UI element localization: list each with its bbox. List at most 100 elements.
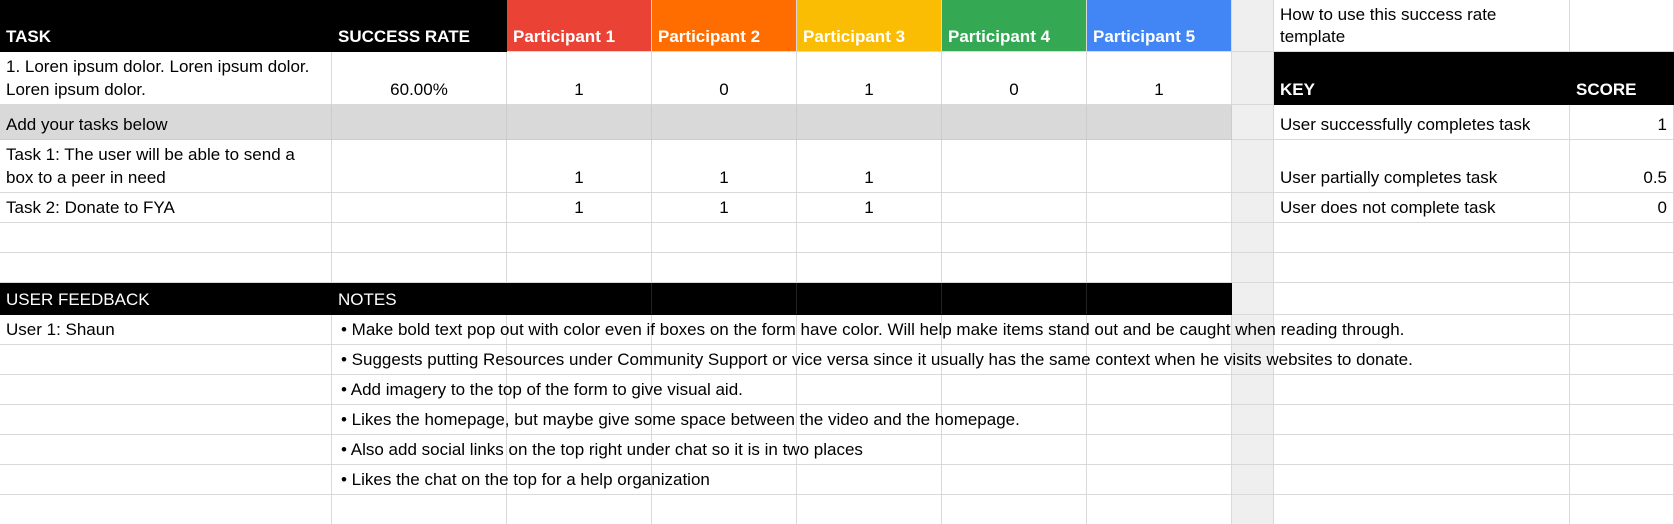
section-cell[interactable]: [332, 105, 507, 140]
empty-cell[interactable]: [1087, 375, 1232, 405]
empty-cell[interactable]: [1570, 0, 1674, 52]
header-participant-5[interactable]: Participant 5: [1087, 0, 1232, 52]
separator-cell[interactable]: [1232, 105, 1274, 140]
feedback-note[interactable]: • Also add social links on the top right…: [335, 435, 869, 465]
empty-cell[interactable]: [1274, 465, 1570, 495]
key-header[interactable]: KEY: [1274, 52, 1570, 105]
key-item-label[interactable]: User partially completes task: [1274, 140, 1570, 193]
key-item-score[interactable]: 1: [1570, 105, 1674, 140]
empty-cell[interactable]: [942, 465, 1087, 495]
score-header[interactable]: SCORE: [1570, 52, 1674, 105]
header-participant-4[interactable]: Participant 4: [942, 0, 1087, 52]
separator-cell[interactable]: [1232, 405, 1274, 435]
task1-score-p2[interactable]: 1: [652, 140, 797, 193]
feedback-note[interactable]: • Make bold text pop out with color even…: [335, 315, 1410, 345]
separator-cell[interactable]: [1232, 495, 1274, 524]
header-success-rate[interactable]: SUCCESS RATE: [332, 0, 507, 52]
empty-cell[interactable]: [332, 223, 507, 253]
separator-cell[interactable]: [1232, 253, 1274, 283]
example-score-p1[interactable]: 1: [507, 52, 652, 105]
example-score-p2[interactable]: 0: [652, 52, 797, 105]
separator-cell[interactable]: [1232, 193, 1274, 223]
task1-cell[interactable]: Task 1: The user will be able to send a …: [0, 140, 332, 193]
empty-cell[interactable]: [1274, 375, 1570, 405]
separator-cell[interactable]: [1232, 223, 1274, 253]
key-item-label[interactable]: User does not complete task: [1274, 193, 1570, 223]
separator-cell[interactable]: [1232, 283, 1274, 315]
empty-cell[interactable]: [1570, 315, 1674, 345]
empty-cell[interactable]: [0, 405, 332, 435]
feedback-header[interactable]: USER FEEDBACK: [0, 283, 332, 315]
empty-cell[interactable]: [332, 253, 507, 283]
task2-score-p2[interactable]: 1: [652, 193, 797, 223]
empty-cell[interactable]: [797, 495, 942, 524]
empty-cell[interactable]: [942, 495, 1087, 524]
empty-cell[interactable]: [1274, 495, 1570, 524]
separator-cell[interactable]: [1232, 0, 1274, 52]
empty-cell[interactable]: [507, 495, 652, 524]
task2-cell[interactable]: Task 2: Donate to FYA: [0, 193, 332, 223]
header-cell[interactable]: [797, 283, 942, 315]
empty-cell[interactable]: [0, 465, 332, 495]
task1-score-p3[interactable]: 1: [797, 140, 942, 193]
feedback-user[interactable]: User 1: Shaun: [0, 315, 332, 345]
empty-cell[interactable]: [1570, 405, 1674, 435]
add-tasks-label[interactable]: Add your tasks below: [0, 105, 332, 140]
feedback-note[interactable]: • Add imagery to the top of the form to …: [335, 375, 749, 405]
feedback-note[interactable]: • Likes the chat on the top for a help o…: [335, 465, 716, 495]
empty-cell[interactable]: [1570, 495, 1674, 524]
empty-cell[interactable]: [0, 375, 332, 405]
empty-cell[interactable]: [1274, 435, 1570, 465]
empty-cell[interactable]: [1274, 405, 1570, 435]
example-task-cell[interactable]: 1. Loren ipsum dolor. Loren ipsum dolor.…: [0, 52, 332, 105]
empty-cell[interactable]: [942, 253, 1087, 283]
empty-cell[interactable]: [1087, 223, 1232, 253]
section-cell[interactable]: [797, 105, 942, 140]
feedback-note[interactable]: • Likes the homepage, but maybe give som…: [335, 405, 1026, 435]
task1-score-p4[interactable]: [942, 140, 1087, 193]
separator-cell[interactable]: [1232, 465, 1274, 495]
task2-success-rate[interactable]: [332, 193, 507, 223]
task2-score-p1[interactable]: 1: [507, 193, 652, 223]
example-score-p5[interactable]: 1: [1087, 52, 1232, 105]
task2-score-p4[interactable]: [942, 193, 1087, 223]
empty-cell[interactable]: [507, 253, 652, 283]
empty-cell[interactable]: [0, 495, 332, 524]
empty-cell[interactable]: [507, 223, 652, 253]
example-success-rate[interactable]: 60.00%: [332, 52, 507, 105]
empty-cell[interactable]: [942, 223, 1087, 253]
empty-cell[interactable]: [1274, 223, 1570, 253]
notes-header[interactable]: NOTES: [332, 283, 507, 315]
empty-cell[interactable]: [1570, 465, 1674, 495]
empty-cell[interactable]: [1087, 495, 1232, 524]
header-cell[interactable]: [1087, 283, 1232, 315]
empty-cell[interactable]: [0, 345, 332, 375]
empty-cell[interactable]: [1570, 223, 1674, 253]
empty-cell[interactable]: [1570, 435, 1674, 465]
empty-cell[interactable]: [797, 375, 942, 405]
header-participant-1[interactable]: Participant 1: [507, 0, 652, 52]
section-cell[interactable]: [1087, 105, 1232, 140]
separator-cell[interactable]: [1232, 435, 1274, 465]
empty-cell[interactable]: [0, 223, 332, 253]
separator-cell[interactable]: [1232, 52, 1274, 105]
empty-cell[interactable]: [0, 435, 332, 465]
section-cell[interactable]: [652, 105, 797, 140]
empty-cell[interactable]: [1570, 253, 1674, 283]
empty-cell[interactable]: [1570, 283, 1674, 315]
empty-cell[interactable]: [797, 223, 942, 253]
key-item-score[interactable]: 0.5: [1570, 140, 1674, 193]
key-item-score[interactable]: 0: [1570, 193, 1674, 223]
header-task[interactable]: TASK: [0, 0, 332, 52]
empty-cell[interactable]: [1570, 345, 1674, 375]
header-cell[interactable]: [652, 283, 797, 315]
empty-cell[interactable]: [797, 465, 942, 495]
empty-cell[interactable]: [1087, 465, 1232, 495]
section-cell[interactable]: [507, 105, 652, 140]
task2-score-p3[interactable]: 1: [797, 193, 942, 223]
empty-cell[interactable]: [0, 253, 332, 283]
empty-cell[interactable]: [332, 495, 507, 524]
empty-cell[interactable]: [942, 435, 1087, 465]
empty-cell[interactable]: [797, 253, 942, 283]
empty-cell[interactable]: [1274, 283, 1570, 315]
